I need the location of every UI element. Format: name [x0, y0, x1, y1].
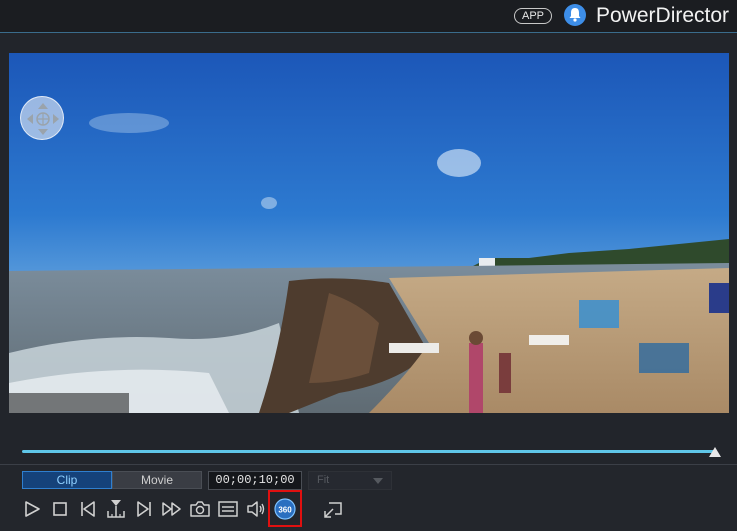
previous-frame-icon[interactable]: [76, 497, 100, 521]
fit-dropdown-value: Fit: [317, 474, 330, 486]
preview-panel: [0, 32, 737, 531]
preview-frame-image: [9, 53, 729, 413]
play-icon[interactable]: [20, 497, 44, 521]
undock-window-icon[interactable]: [321, 497, 345, 521]
subtitle-icon[interactable]: [216, 497, 240, 521]
fit-dropdown[interactable]: Fit: [308, 471, 392, 490]
clip-mode-button[interactable]: Clip: [22, 471, 112, 489]
movie-mode-button[interactable]: Movie: [112, 471, 202, 489]
app-title: PowerDirector: [596, 4, 730, 27]
timecode-display[interactable]: 00;00;10;00: [208, 471, 302, 490]
title-bar: APP PowerDirector: [0, 0, 737, 32]
volume-icon[interactable]: [244, 497, 268, 521]
stop-icon[interactable]: [48, 497, 72, 521]
timeline-scrubber[interactable]: [22, 450, 716, 453]
fast-forward-icon[interactable]: [160, 497, 184, 521]
split-icon[interactable]: [104, 497, 128, 521]
scrubber-handle[interactable]: [709, 447, 721, 457]
snapshot-camera-icon[interactable]: [188, 497, 212, 521]
dropdown-caret-icon: [373, 478, 383, 484]
app-badge[interactable]: APP: [514, 8, 552, 24]
next-frame-icon[interactable]: [132, 497, 156, 521]
video-preview[interactable]: [9, 53, 729, 413]
clip-movie-toggle: Clip Movie: [22, 471, 202, 491]
highlight-box: [268, 490, 302, 527]
bell-icon[interactable]: [564, 4, 586, 26]
navigation-pad-icon[interactable]: [20, 96, 64, 140]
